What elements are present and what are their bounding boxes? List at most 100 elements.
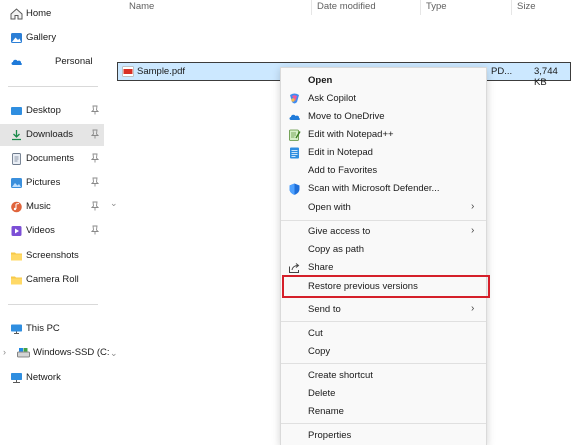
navigation-pane: Home Gallery Personal Desktop Downloads — [0, 0, 118, 445]
sidebar-item-drive-c[interactable]: Windows-SSD (C: — [0, 342, 110, 364]
menu-item-label: Cut — [308, 328, 323, 339]
drive-icon — [17, 348, 30, 358]
notepad-icon — [290, 147, 299, 159]
sidebar-item-label: Desktop — [26, 105, 61, 116]
sidebar-item-label: Videos — [26, 225, 55, 236]
sidebar-item-network[interactable]: Network — [0, 367, 104, 389]
menu-item-label: Ask Copilot — [308, 93, 357, 104]
menu-item-edit-notepad-plus-plus[interactable]: Edit with Notepad++ — [281, 126, 486, 144]
menu-item-ask-copilot[interactable]: Ask Copilot — [281, 90, 486, 108]
share-icon — [289, 263, 300, 273]
menu-item-move-to-onedrive[interactable]: Move to OneDrive — [281, 108, 486, 126]
pin-icon[interactable] — [91, 129, 99, 139]
sidebar-item-label: Gallery — [26, 32, 57, 43]
column-divider[interactable] — [420, 0, 421, 15]
sidebar-item-music[interactable]: Music — [0, 196, 104, 218]
folder-icon — [11, 252, 22, 261]
menu-item-label: Delete — [308, 388, 336, 399]
pin-icon[interactable] — [91, 177, 99, 187]
documents-icon — [12, 153, 21, 165]
file-name: Sample.pdf — [137, 66, 186, 77]
chevron-right-icon: › — [471, 303, 475, 314]
cloud-icon — [11, 59, 22, 65]
chevron-right-icon: › — [471, 225, 475, 236]
menu-item-scan-defender[interactable]: Scan with Microsoft Defender... — [281, 180, 486, 198]
sidebar-item-downloads[interactable]: Downloads — [0, 124, 104, 146]
desktop-icon — [11, 107, 22, 115]
sidebar-item-desktop[interactable]: Desktop — [0, 100, 104, 122]
menu-item-label: Copy — [308, 346, 331, 357]
sidebar-item-label: Network — [26, 372, 61, 383]
menu-item-edit-notepad[interactable]: Edit in Notepad — [281, 144, 486, 162]
column-divider[interactable] — [511, 0, 512, 15]
menu-item-label: Give access to — [308, 226, 371, 237]
download-icon — [12, 130, 21, 141]
menu-item-copy[interactable]: Copy — [281, 343, 486, 361]
menu-item-send-to[interactable]: Send to › — [281, 301, 486, 319]
sidebar-item-label: Home — [26, 8, 52, 19]
menu-item-label: Create shortcut — [308, 370, 373, 381]
menu-item-copy-as-path[interactable]: Copy as path — [281, 241, 486, 259]
sidebar-item-screenshots[interactable]: Screenshots — [0, 245, 104, 267]
sidebar-item-label: This PC — [26, 323, 60, 334]
sidebar-item-camera-roll[interactable]: Camera Roll — [0, 269, 104, 291]
sidebar-item-label: Documents — [26, 153, 75, 164]
menu-item-label: Share — [308, 262, 334, 273]
sidebar-item-gallery[interactable]: Gallery — [0, 27, 104, 49]
highlight-box — [282, 275, 490, 298]
sidebar-item-home[interactable]: Home — [0, 3, 104, 25]
shield-icon — [289, 183, 300, 195]
menu-item-label: Scan with Microsoft Defender... — [308, 183, 440, 194]
computer-icon — [11, 324, 22, 334]
chevron-down-icon[interactable]: ⌄ — [110, 348, 118, 359]
menu-item-open-with[interactable]: Open with › — [281, 199, 486, 217]
menu-separator — [281, 321, 486, 322]
pin-icon[interactable] — [91, 153, 99, 163]
pin-icon[interactable] — [91, 105, 99, 115]
column-header-size[interactable]: Size — [517, 1, 535, 12]
menu-item-create-shortcut[interactable]: Create shortcut — [281, 367, 486, 385]
sidebar-item-onedrive[interactable]: Personal — [0, 51, 104, 73]
home-icon — [10, 8, 23, 20]
chevron-right-icon: › — [471, 201, 475, 212]
divider — [8, 304, 98, 305]
menu-item-rename[interactable]: Rename — [281, 403, 486, 421]
folder-icon — [11, 276, 22, 285]
menu-item-label: Rename — [308, 406, 344, 417]
sidebar-item-label: Downloads — [26, 129, 73, 140]
menu-item-label: Move to OneDrive — [308, 111, 385, 122]
pdf-file-icon — [122, 66, 134, 77]
column-header-date-modified[interactable]: Date modified — [317, 1, 376, 12]
pin-icon[interactable] — [91, 201, 99, 211]
menu-item-add-to-favorites[interactable]: Add to Favorites — [281, 162, 486, 180]
menu-item-label: Properties — [308, 430, 352, 441]
sidebar-item-this-pc[interactable]: This PC — [0, 318, 104, 340]
music-icon — [11, 201, 22, 213]
menu-separator — [281, 363, 486, 364]
menu-item-label: Add to Favorites — [308, 165, 378, 176]
menu-item-delete[interactable]: Delete — [281, 385, 486, 403]
sidebar-item-label: Windows-SSD (C: — [33, 347, 110, 358]
column-header-type[interactable]: Type — [426, 1, 447, 12]
onedrive-icon — [289, 114, 300, 120]
gallery-icon — [11, 33, 22, 43]
sidebar-item-documents[interactable]: Documents — [0, 148, 104, 170]
menu-item-cut[interactable]: Cut — [281, 325, 486, 343]
menu-separator — [281, 220, 486, 221]
column-header-name[interactable]: Name — [129, 1, 154, 12]
copilot-icon — [290, 93, 299, 104]
menu-item-open[interactable]: Open — [281, 72, 486, 90]
menu-item-properties[interactable]: Properties — [281, 427, 486, 445]
menu-item-label: Copy as path — [308, 244, 364, 255]
file-type: PD... — [491, 66, 513, 77]
sidebar-item-label: Camera Roll — [26, 274, 79, 285]
menu-item-give-access[interactable]: Give access to › — [281, 223, 486, 241]
file-size: 3,744 KB — [534, 66, 558, 88]
sidebar-item-label: Pictures — [26, 177, 61, 188]
sidebar-item-pictures[interactable]: Pictures — [0, 172, 104, 194]
chevron-down-icon[interactable]: ⌄ — [110, 198, 118, 209]
column-divider[interactable] — [311, 0, 312, 15]
pin-icon[interactable] — [91, 225, 99, 235]
sidebar-item-videos[interactable]: Videos — [0, 220, 104, 242]
videos-icon — [11, 226, 22, 236]
